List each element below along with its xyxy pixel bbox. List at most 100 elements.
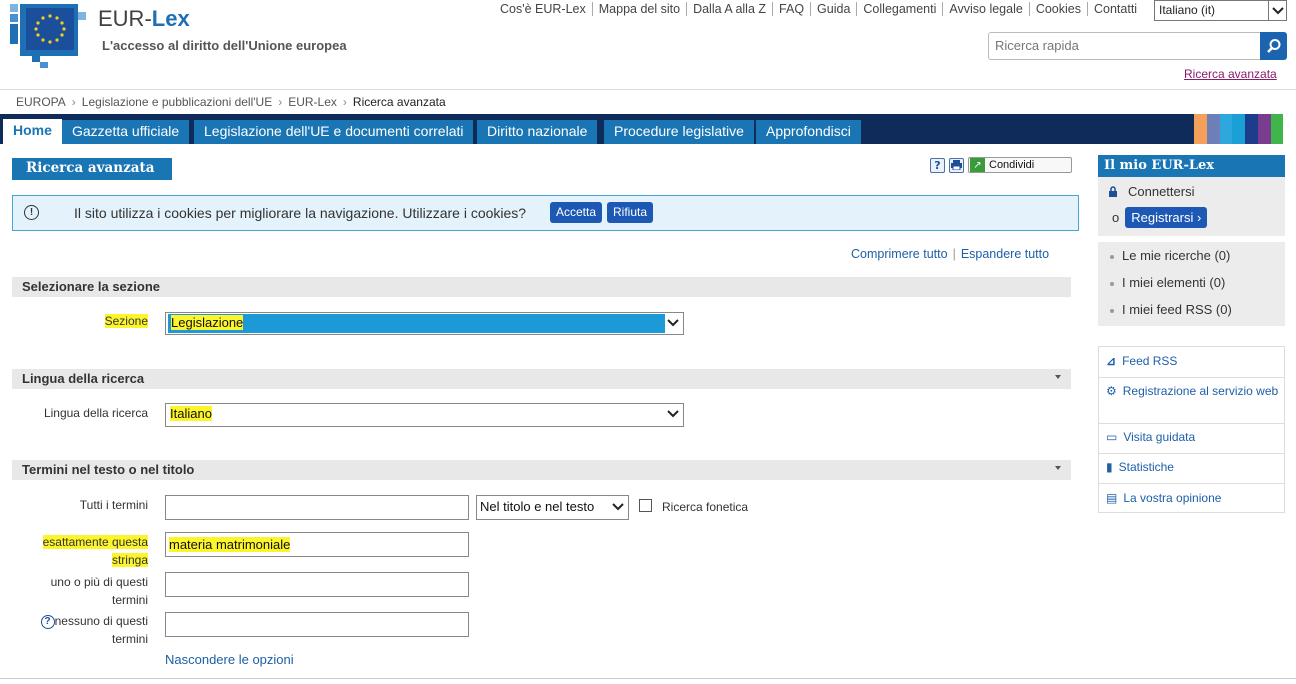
section-title: Lingua della ricerca bbox=[22, 371, 145, 386]
rss-feed-link[interactable]: ⊿ Feed RSS bbox=[1106, 353, 1281, 369]
advanced-search-link[interactable]: Ricerca avanzata bbox=[1184, 67, 1277, 81]
none-terms-label: ? nessuno di questi termini bbox=[20, 612, 148, 648]
none-terms-input[interactable] bbox=[165, 612, 469, 637]
sezione-label: Sezione bbox=[104, 314, 148, 328]
collapse-all-link[interactable]: Comprimere tutto bbox=[851, 247, 948, 261]
section-header-lingua[interactable]: Lingua della ricerca bbox=[12, 369, 1071, 389]
feedback-icon: ▤ bbox=[1106, 491, 1118, 505]
eurlex-logo[interactable] bbox=[10, 4, 88, 70]
tab-legislazione[interactable]: Legislazione dell'UE e documenti correla… bbox=[194, 120, 474, 144]
help-icon[interactable]: ? bbox=[40, 614, 55, 629]
language-select[interactable]: Italiano (it) bbox=[1154, 0, 1287, 21]
statistics-link[interactable]: ▮ Statistiche bbox=[1106, 459, 1281, 475]
exact-string-value: materia matrimoniale bbox=[169, 537, 291, 552]
expand-all-link[interactable]: Espandere tutto bbox=[961, 247, 1049, 261]
phonetic-checkbox[interactable] bbox=[639, 499, 652, 512]
rss-icon: ⊿ bbox=[1106, 354, 1117, 368]
color-strip-segment bbox=[1219, 114, 1233, 144]
section-header-sezione[interactable]: Selezionare la sezione bbox=[12, 277, 1071, 297]
chevron-right-icon: › bbox=[278, 95, 283, 109]
breadcrumb-europa[interactable]: EUROPA bbox=[16, 95, 66, 109]
tab-diritto-nazionale[interactable]: Diritto nazionale bbox=[477, 120, 598, 144]
bar-chart-icon: ▮ bbox=[1106, 460, 1113, 474]
breadcrumb-current: Ricerca avanzata bbox=[352, 95, 446, 109]
scope-select-value: Nel titolo e nel testo bbox=[480, 499, 595, 514]
page-tools: ? ↗ Condividi bbox=[930, 157, 1072, 173]
search-button[interactable] bbox=[1260, 32, 1287, 60]
search-icon bbox=[1266, 39, 1280, 53]
top-link-contatti[interactable]: Contatti bbox=[1086, 2, 1143, 16]
top-link-mappa[interactable]: Mappa del sito bbox=[591, 2, 686, 16]
share-button[interactable]: ↗ Condividi bbox=[968, 157, 1072, 173]
my-elements-link[interactable]: I miei elementi (0) bbox=[1110, 275, 1225, 290]
page-title: Ricerca avanzata bbox=[12, 158, 172, 180]
my-searches-link[interactable]: Le mie ricerche (0) bbox=[1110, 248, 1230, 263]
print-icon[interactable] bbox=[949, 157, 964, 173]
top-link-cos-e[interactable]: Cos'è EUR-Lex bbox=[494, 2, 592, 16]
help-icon[interactable]: ? bbox=[930, 157, 945, 173]
section-title: Termini nel testo o nel titolo bbox=[22, 462, 195, 477]
top-link-collegamenti[interactable]: Collegamenti bbox=[856, 2, 942, 16]
section-title: Selezionare la sezione bbox=[22, 279, 161, 294]
scope-select[interactable]: Nel titolo e nel testo bbox=[476, 495, 629, 520]
color-strip-segment bbox=[1283, 114, 1296, 144]
color-strip-segment bbox=[1194, 114, 1207, 144]
lock-icon bbox=[1109, 186, 1117, 197]
share-label: Condividi bbox=[989, 159, 1035, 171]
tab-approfondisci[interactable]: Approfondisci bbox=[756, 120, 861, 144]
chevron-down-icon bbox=[611, 500, 625, 517]
accept-cookies-button[interactable]: Accetta bbox=[550, 202, 603, 223]
quick-search-input[interactable]: Ricerca rapida bbox=[988, 32, 1260, 60]
any-terms-input[interactable] bbox=[165, 572, 469, 597]
collapse-expand-links: Comprimere tutto | Espandere tutto bbox=[851, 247, 1050, 261]
tab-procedure[interactable]: Procedure legislative bbox=[604, 120, 754, 144]
my-rss-link[interactable]: I miei feed RSS (0) bbox=[1110, 302, 1232, 317]
top-links: Cos'è EUR-Lex Mappa del sito Dalla A all… bbox=[494, 2, 1143, 16]
all-terms-label: Tutti i termini bbox=[79, 498, 148, 512]
top-link-cookies[interactable]: Cookies bbox=[1028, 2, 1087, 16]
register-button[interactable]: Registrarsi › bbox=[1125, 207, 1208, 228]
guided-tour-link[interactable]: ▭ Visita guidata bbox=[1106, 429, 1281, 445]
exact-string-input[interactable]: materia matrimoniale bbox=[165, 532, 469, 557]
lingua-select[interactable]: Italiano bbox=[165, 403, 684, 427]
color-strip-segment bbox=[1206, 114, 1220, 144]
all-terms-input[interactable] bbox=[165, 495, 469, 520]
monitor-icon: ▭ bbox=[1106, 430, 1118, 444]
language-select-value: Italiano (it) bbox=[1159, 3, 1216, 17]
bottom-divider bbox=[0, 678, 1296, 679]
tab-gazzetta[interactable]: Gazzetta ufficiale bbox=[62, 120, 190, 144]
reject-cookies-button[interactable]: Rifiuta bbox=[607, 202, 654, 223]
top-link-guida[interactable]: Guida bbox=[810, 2, 856, 16]
caret-down-icon bbox=[1055, 375, 1061, 379]
sezione-select-value: Legislazione bbox=[171, 315, 244, 330]
top-link-faq[interactable]: FAQ bbox=[772, 2, 810, 16]
register-row: o Registrarsi › bbox=[1112, 207, 1208, 228]
share-icon: ↗ bbox=[970, 158, 985, 172]
lingua-select-value: Italiano bbox=[170, 406, 212, 421]
hide-options-link[interactable]: Nascondere le opzioni bbox=[165, 652, 294, 667]
chevron-right-icon: › bbox=[342, 95, 347, 109]
chevron-right-icon: › bbox=[71, 95, 76, 109]
tagline: L'accesso al diritto dell'Unione europea bbox=[102, 38, 347, 53]
tab-home[interactable]: Home bbox=[3, 119, 62, 144]
color-strip-segment bbox=[1270, 114, 1284, 144]
caret-down-icon bbox=[1055, 466, 1061, 470]
breadcrumb: EUROPA › Legislazione e pubblicazioni de… bbox=[16, 95, 446, 109]
color-strip-segment bbox=[1245, 114, 1258, 144]
color-strip bbox=[1194, 114, 1296, 144]
my-eurlex-title: Il mio EUR-Lex bbox=[1098, 155, 1285, 177]
chevron-down-icon bbox=[666, 407, 680, 424]
sezione-select[interactable]: Legislazione bbox=[165, 312, 684, 335]
breadcrumb-legislazione[interactable]: Legislazione e pubblicazioni dell'UE bbox=[82, 95, 272, 109]
login-link[interactable]: Connettersi bbox=[1108, 184, 1194, 199]
network-icon: ⚙ bbox=[1106, 384, 1117, 398]
top-link-a-z[interactable]: Dalla A alla Z bbox=[686, 2, 772, 16]
any-terms-label: uno o più di questi termini bbox=[50, 575, 148, 607]
section-header-termini[interactable]: Termini nel testo o nel titolo bbox=[12, 460, 1071, 480]
info-icon: ! bbox=[24, 205, 39, 220]
feedback-link[interactable]: ▤ La vostra opinione bbox=[1106, 490, 1281, 506]
exact-string-label: esattamente questa stringa bbox=[42, 535, 148, 567]
web-service-link[interactable]: ⚙ Registrazione al servizio web bbox=[1106, 383, 1281, 399]
top-link-avviso[interactable]: Avviso legale bbox=[942, 2, 1028, 16]
breadcrumb-eurlex[interactable]: EUR-Lex bbox=[288, 95, 337, 109]
